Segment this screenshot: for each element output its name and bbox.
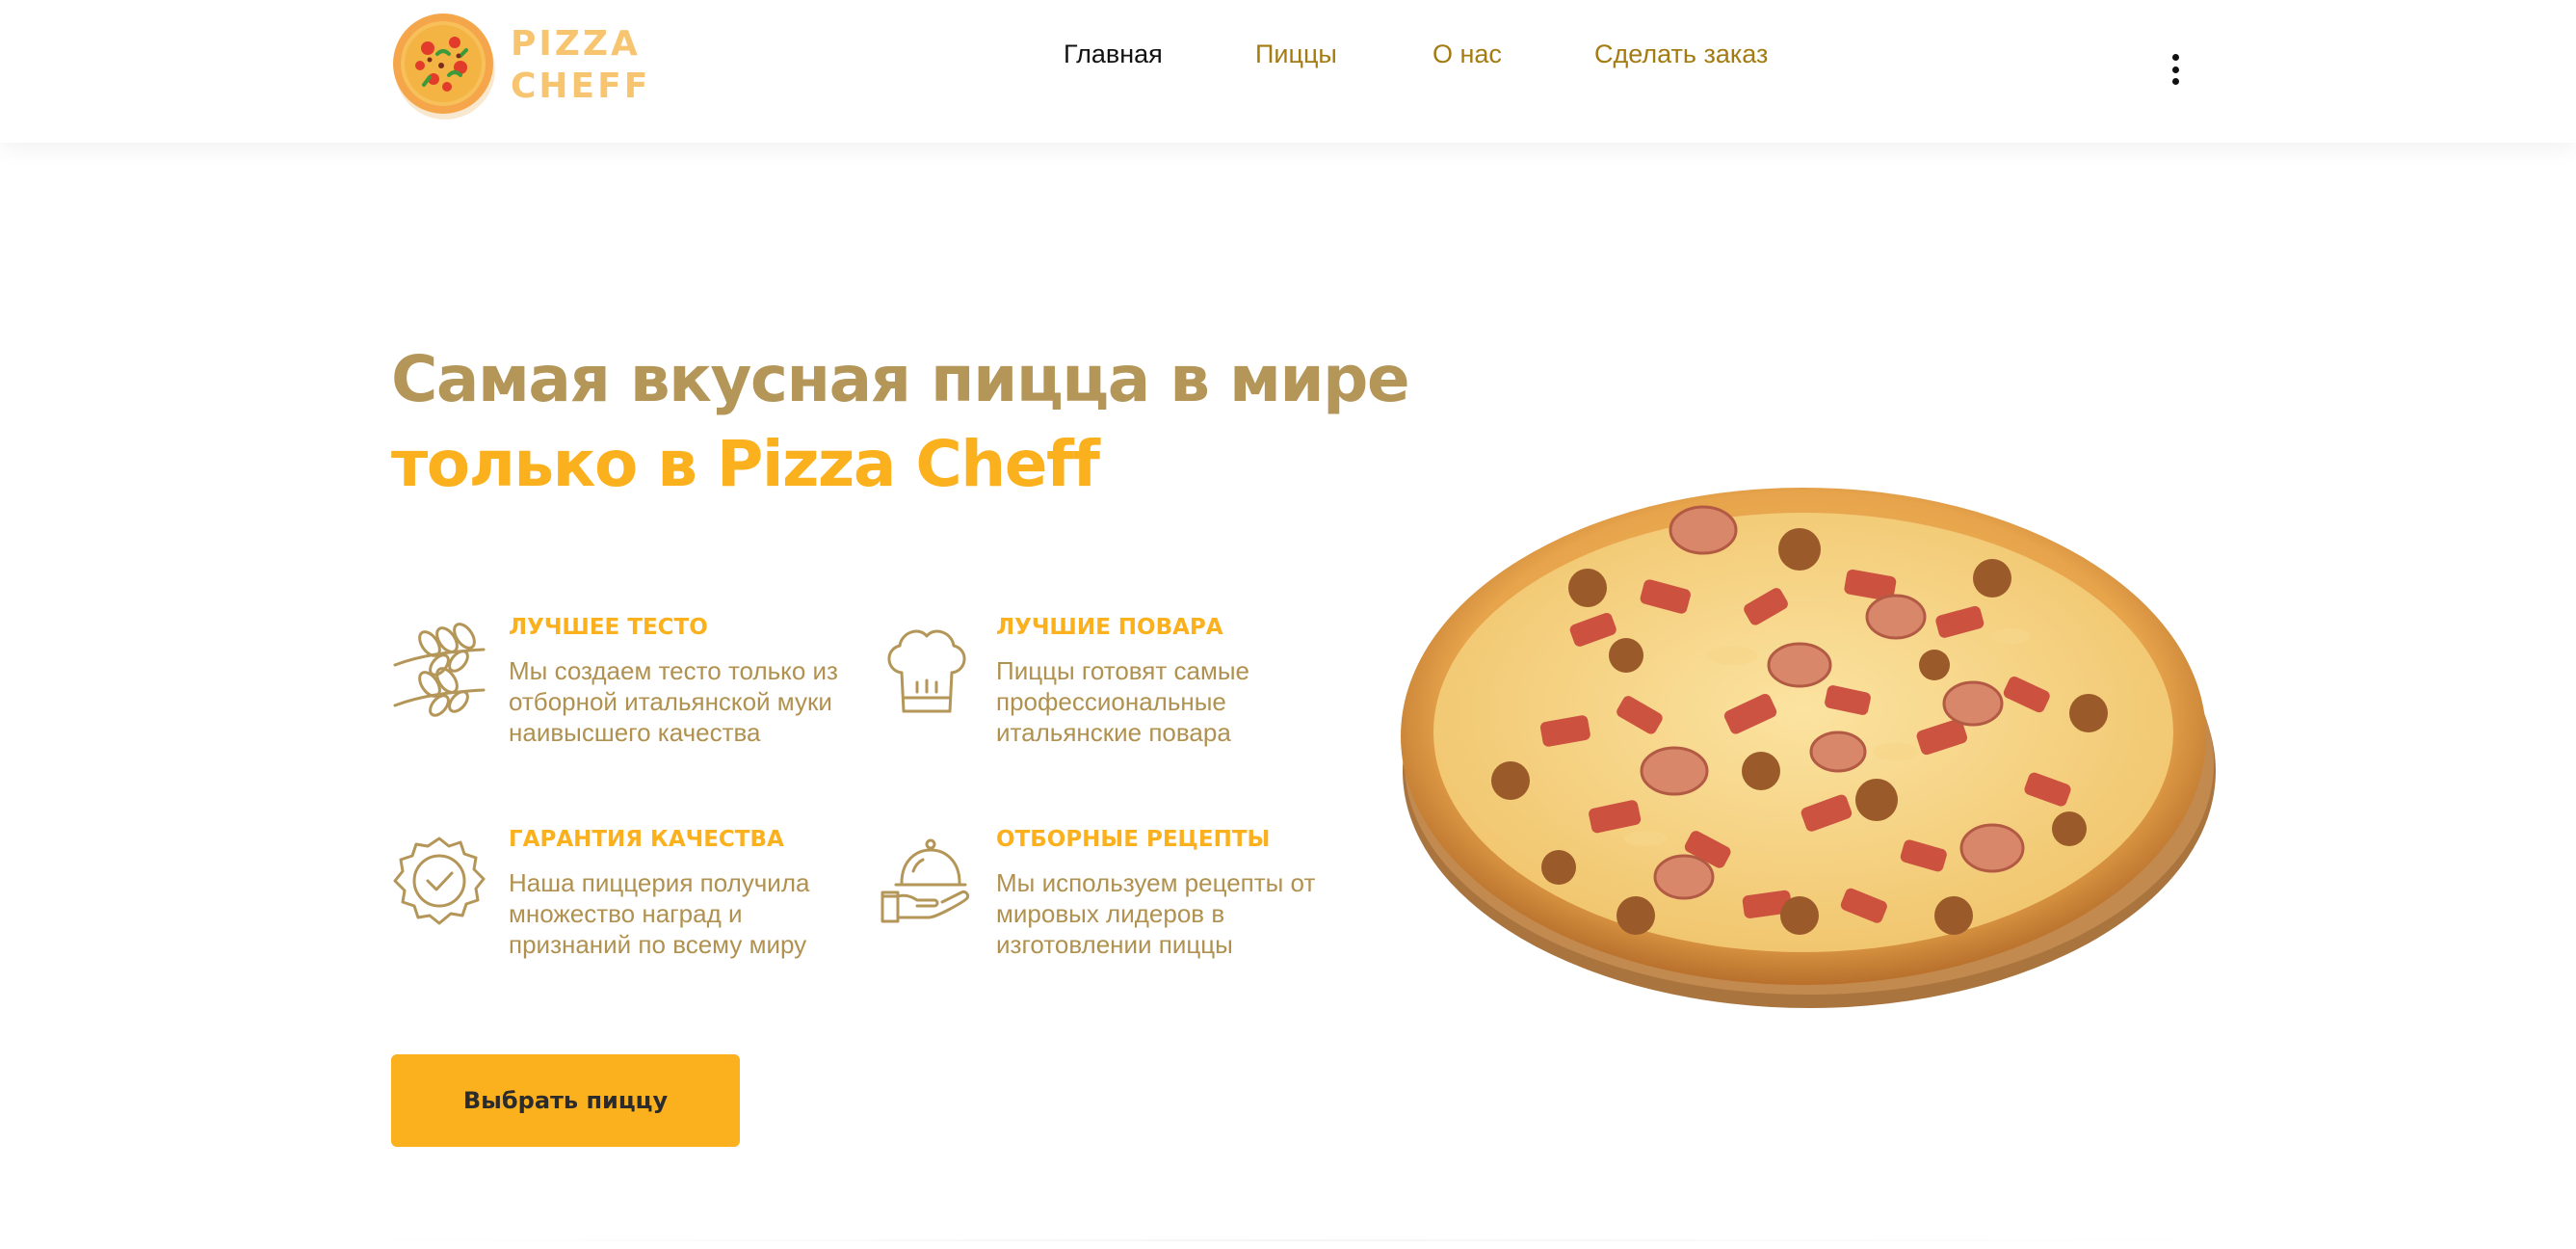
pizza-logo-icon (393, 13, 495, 120)
chef-hat-icon (887, 629, 966, 713)
kebab-dot (2171, 78, 2179, 85)
logo-text-line1: PIZZA (511, 24, 641, 64)
logo-wordmark: PIZZA CHEFF (511, 23, 650, 108)
logo-text-line2: CHEFF (511, 66, 651, 106)
section-divider (347, 1239, 2225, 1241)
nav-link-home[interactable]: Главная (1064, 35, 1163, 73)
kebab-menu-icon[interactable] (2162, 50, 2189, 89)
feature-best-chefs: ЛУЧШИЕ ПОВАРА Пиццы готовят самые профес… (879, 613, 1341, 777)
feature-description: Наша пиццерия получила множество наград … (509, 868, 810, 959)
wheat-icon (393, 623, 486, 717)
hero-title-line2: только в Pizza Cheff (391, 427, 1100, 501)
quality-badge-icon (393, 837, 486, 925)
feature-quality-guarantee: ГАРАНТИЯ КАЧЕСТВА Наша пиццерия получила… (391, 825, 854, 989)
feature-description: Мы используем рецепты от мировых лидеров… (996, 868, 1316, 959)
nav-link-about[interactable]: О нас (1433, 35, 1502, 73)
kebab-dot (2171, 54, 2179, 61)
feature-title: ГАРАНТИЯ КАЧЕСТВА (509, 827, 784, 852)
site-header: PIZZA CHEFF Главная Пиццы О нас Сделать … (0, 0, 2576, 143)
hero-title-line1: Самая вкусная пицца в мире (391, 342, 1410, 416)
feature-title: ЛУЧШЕЕ ТЕСТО (509, 615, 708, 640)
kebab-dot (2171, 66, 2179, 73)
hero-title: Самая вкусная пицца в мире только в Pizz… (391, 337, 1451, 507)
feature-best-dough: ЛУЧШЕЕ ТЕСТО Мы создаем тесто только из … (391, 613, 854, 777)
choose-pizza-button[interactable]: Выбрать пиццу (391, 1054, 740, 1147)
feature-description: Пиццы готовят самые профессиональные ита… (996, 656, 1249, 747)
feature-selected-recipes: ОТБОРНЫЕ РЕЦЕПТЫ Мы используем рецепты о… (879, 825, 1341, 989)
feature-description: Мы создаем тесто только из отборной итал… (509, 656, 838, 747)
feature-title: ОТБОРНЫЕ РЕЦЕПТЫ (996, 827, 1271, 852)
site-logo[interactable]: PIZZA CHEFF (391, 12, 647, 123)
pizza-image (1401, 488, 2216, 1008)
nav-link-pizzas[interactable]: Пиццы (1255, 35, 1337, 73)
cloche-icon (881, 838, 969, 923)
feature-title: ЛУЧШИЕ ПОВАРА (996, 615, 1223, 640)
nav-link-order[interactable]: Сделать заказ (1594, 35, 1768, 73)
